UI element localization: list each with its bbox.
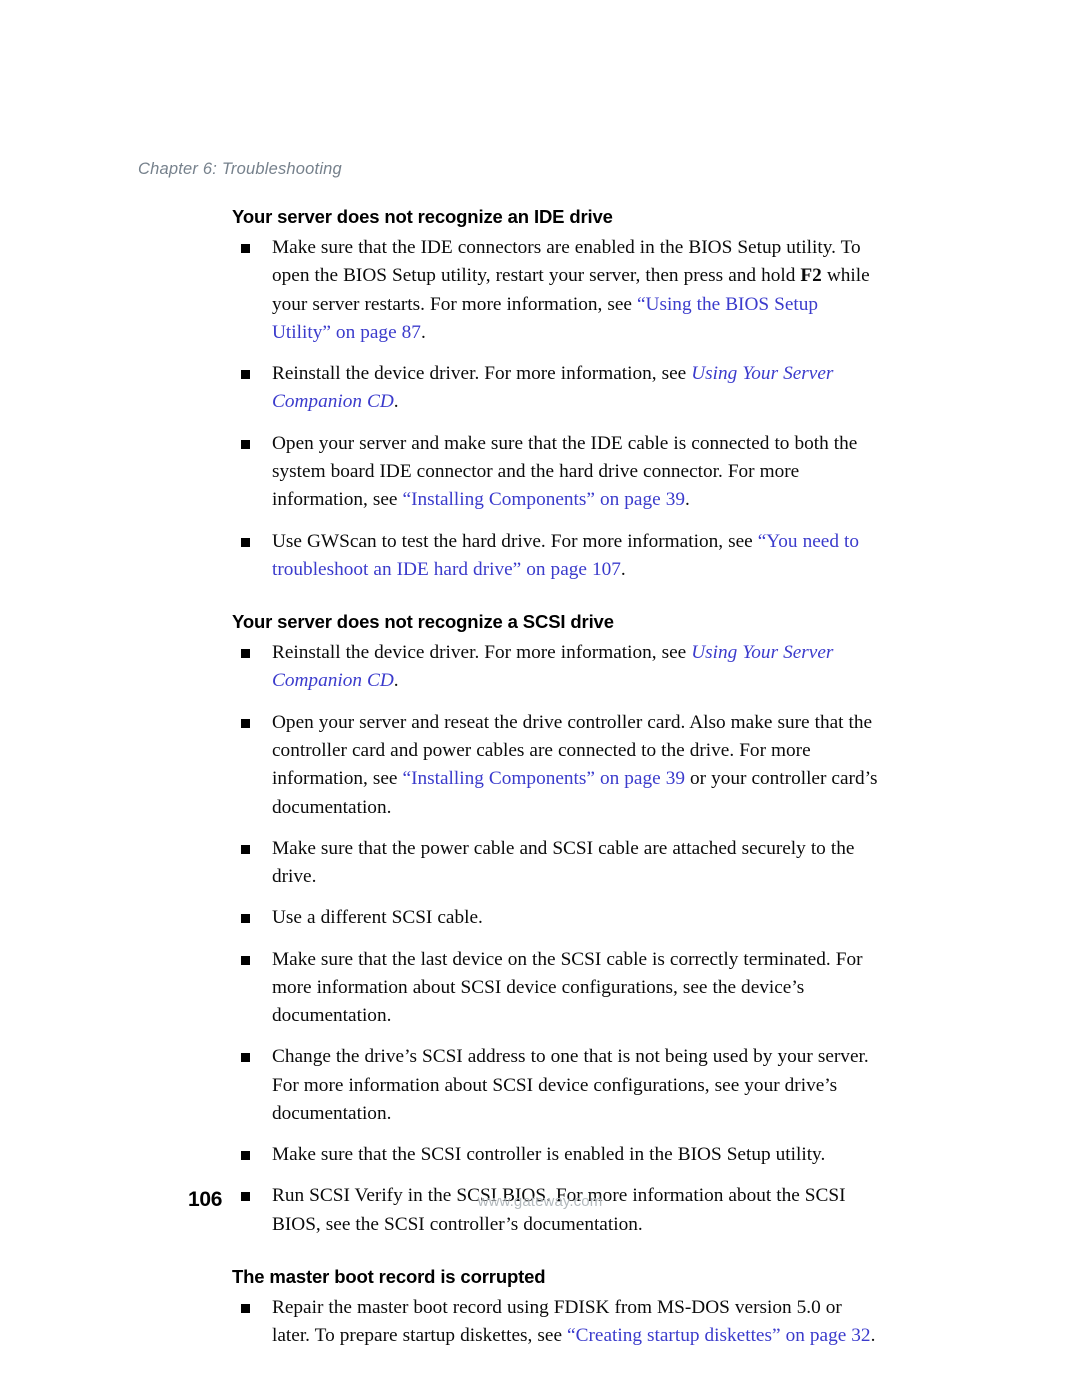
square-bullet-icon	[241, 718, 250, 728]
body-text: Change the drive’s SCSI address to one t…	[272, 1046, 869, 1124]
body-text: .	[393, 670, 399, 692]
section-2: The master boot record is corrupted Repai…	[232, 1265, 880, 1351]
square-bullet-icon	[241, 439, 250, 449]
bullet-item: Make sure that the SCSI controller is en…	[232, 1141, 880, 1169]
section-heading: The master boot record is corrupted	[232, 1265, 546, 1287]
square-bullet-icon	[241, 914, 250, 924]
manual-page: Chapter 6: Troubleshooting Your server d…	[0, 0, 1080, 1397]
square-bullet-icon	[241, 537, 250, 547]
bullet-item: Use GWScan to test the hard drive. For m…	[232, 528, 880, 585]
section-heading: Your server does not recognize an IDE dr…	[232, 206, 613, 227]
bullet-list: Make sure that the IDE connectors are en…	[232, 234, 880, 584]
square-bullet-icon	[241, 1304, 250, 1314]
bullet-list: Repair the master boot record using FDIS…	[232, 1294, 880, 1351]
page-content: Your server does not recognize an IDE dr…	[232, 205, 880, 1351]
square-bullet-icon	[241, 649, 250, 659]
body-text: .	[420, 321, 426, 343]
body-text: Make sure that the last device on the SC…	[272, 948, 863, 1027]
cross-reference-link[interactable]: “Creating startup diskettes” on page 32	[567, 1325, 871, 1346]
square-bullet-icon	[241, 244, 250, 254]
bullet-item: Make sure that the IDE connectors are en…	[232, 234, 880, 347]
bullet-item: Open your server and reseat the drive co…	[232, 709, 880, 822]
bullet-item: Repair the master boot record using FDIS…	[232, 1294, 880, 1351]
bullet-item: Use a different SCSI cable.	[232, 904, 880, 932]
body-text: Use a different SCSI cable.	[272, 907, 483, 929]
body-text: Use GWScan to test the hard drive. For m…	[272, 530, 758, 552]
keyboard-key: F2	[800, 265, 822, 287]
body-text: Make sure that the power cable and SCSI …	[272, 837, 855, 888]
body-text: .	[684, 489, 690, 511]
body-text: Make sure that the IDE connectors are en…	[272, 237, 861, 287]
bullet-item: Make sure that the power cable and SCSI …	[232, 835, 880, 892]
square-bullet-icon	[241, 844, 250, 854]
section-0: Your server does not recognize an IDE dr…	[232, 205, 880, 584]
body-text: .	[620, 558, 626, 580]
bullet-item: Run SCSI Verify in the SCSI BIOS. For mo…	[232, 1182, 880, 1239]
square-bullet-icon	[241, 1151, 250, 1161]
body-text: Make sure that the SCSI controller is en…	[272, 1144, 826, 1166]
cross-reference-link[interactable]: “Installing Components” on page 39	[403, 489, 685, 510]
body-text: Reinstall the device driver. For more in…	[272, 363, 692, 385]
bullet-item: Reinstall the device driver. For more in…	[232, 639, 880, 696]
body-text: .	[870, 1325, 876, 1347]
square-bullet-icon	[241, 370, 250, 380]
square-bullet-icon	[241, 1053, 250, 1063]
square-bullet-icon	[241, 955, 250, 965]
footer-website-url: www.gateway.com	[477, 1193, 603, 1210]
body-text: .	[393, 391, 399, 413]
bullet-item: Reinstall the device driver. For more in…	[232, 360, 880, 417]
cross-reference-link[interactable]: “Installing Components” on page 39	[403, 768, 685, 789]
bullet-item: Make sure that the last device on the SC…	[232, 946, 880, 1031]
section-heading: Your server does not recognize a SCSI dr…	[232, 611, 614, 633]
section-1: Your server does not recognize a SCSI dr…	[232, 610, 880, 1239]
body-text: Reinstall the device driver. For more in…	[272, 642, 692, 664]
bullet-item: Open your server and make sure that the …	[232, 430, 880, 515]
running-header-chapter: Chapter 6: Troubleshooting	[138, 160, 342, 178]
bullet-list: Reinstall the device driver. For more in…	[232, 639, 880, 1239]
bullet-item: Change the drive’s SCSI address to one t…	[232, 1043, 880, 1128]
